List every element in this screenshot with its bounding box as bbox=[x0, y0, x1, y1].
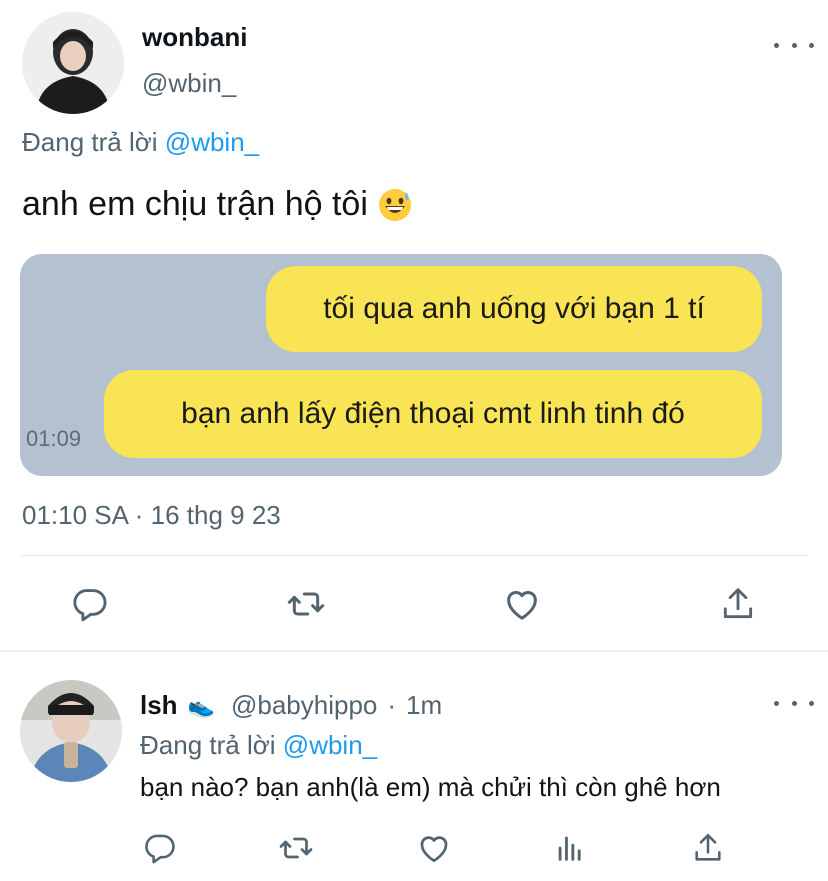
reply-icon bbox=[145, 834, 175, 864]
retweet-icon bbox=[287, 592, 325, 616]
share-button[interactable] bbox=[714, 580, 762, 628]
tweet-timestamp[interactable]: 01:10 SA · 16 thg 9 23 bbox=[22, 500, 281, 531]
reply-analytics-button[interactable] bbox=[546, 824, 594, 872]
reply-avatar-photo bbox=[20, 680, 122, 782]
reply-separator: · bbox=[387, 690, 397, 720]
divider-2 bbox=[0, 650, 828, 652]
like-icon bbox=[507, 591, 537, 620]
shoe-emoji: 👟 bbox=[187, 692, 215, 718]
more-options-icon[interactable] bbox=[774, 35, 814, 55]
author-handle[interactable]: @wbin_ bbox=[142, 68, 236, 99]
like-icon bbox=[420, 836, 448, 863]
replying-to-link[interactable]: @wbin_ bbox=[165, 127, 259, 157]
retweet-button[interactable] bbox=[282, 580, 330, 628]
reply-author-avatar[interactable] bbox=[20, 680, 122, 782]
reply-author-handle[interactable]: @babyhippo bbox=[231, 690, 377, 721]
avatar-photo bbox=[22, 12, 124, 114]
replying-prefix: Đang trả lời bbox=[22, 127, 158, 157]
reply-time[interactable]: 1m bbox=[406, 690, 442, 721]
analytics-icon bbox=[558, 836, 581, 861]
like-button[interactable] bbox=[498, 580, 546, 628]
reply-share-button[interactable] bbox=[684, 824, 732, 872]
share-icon bbox=[695, 833, 721, 861]
reply-replying-to-line: Đang trả lời @wbin_ bbox=[140, 730, 377, 761]
chat-bubble-1: tối qua anh uống với bạn 1 tí bbox=[266, 266, 762, 352]
reply-reply-button[interactable] bbox=[136, 824, 184, 872]
divider-1 bbox=[22, 555, 808, 556]
reply-header: lsh 👟 @babyhippo · 1m bbox=[140, 690, 442, 721]
reply-retweet-button[interactable] bbox=[272, 824, 320, 872]
tweet-text: anh em chịu trận hộ tôi bbox=[22, 185, 368, 223]
replying-to-line: Đang trả lời @wbin_ bbox=[22, 127, 259, 158]
reply-more-options-icon[interactable] bbox=[774, 693, 814, 713]
author-name[interactable]: wonbani bbox=[142, 22, 247, 53]
media-image[interactable]: tối qua anh uống với bạn 1 tí bạn anh lấ… bbox=[20, 254, 782, 476]
reply-icon bbox=[73, 589, 107, 622]
grinning-sweat-emoji bbox=[378, 188, 411, 221]
reply-replying-prefix: Đang trả lời bbox=[140, 730, 276, 760]
message-time: 01:09 bbox=[26, 426, 82, 451]
author-avatar[interactable] bbox=[22, 12, 124, 114]
chat-bubble-2: bạn anh lấy điện thoại cmt linh tinh đó bbox=[104, 370, 762, 458]
retweet-icon bbox=[279, 837, 313, 859]
reply-text: bạn nào? bạn anh(là em) mà chửi thì còn … bbox=[140, 772, 721, 802]
reply-button[interactable] bbox=[66, 580, 114, 628]
share-icon bbox=[723, 588, 753, 619]
reply-like-button[interactable] bbox=[410, 824, 458, 872]
tweet-text-line: anh em chịu trận hộ tôi bbox=[22, 185, 412, 224]
reply-replying-to-link[interactable]: @wbin_ bbox=[283, 730, 377, 760]
reply-author-name[interactable]: lsh bbox=[140, 690, 178, 721]
